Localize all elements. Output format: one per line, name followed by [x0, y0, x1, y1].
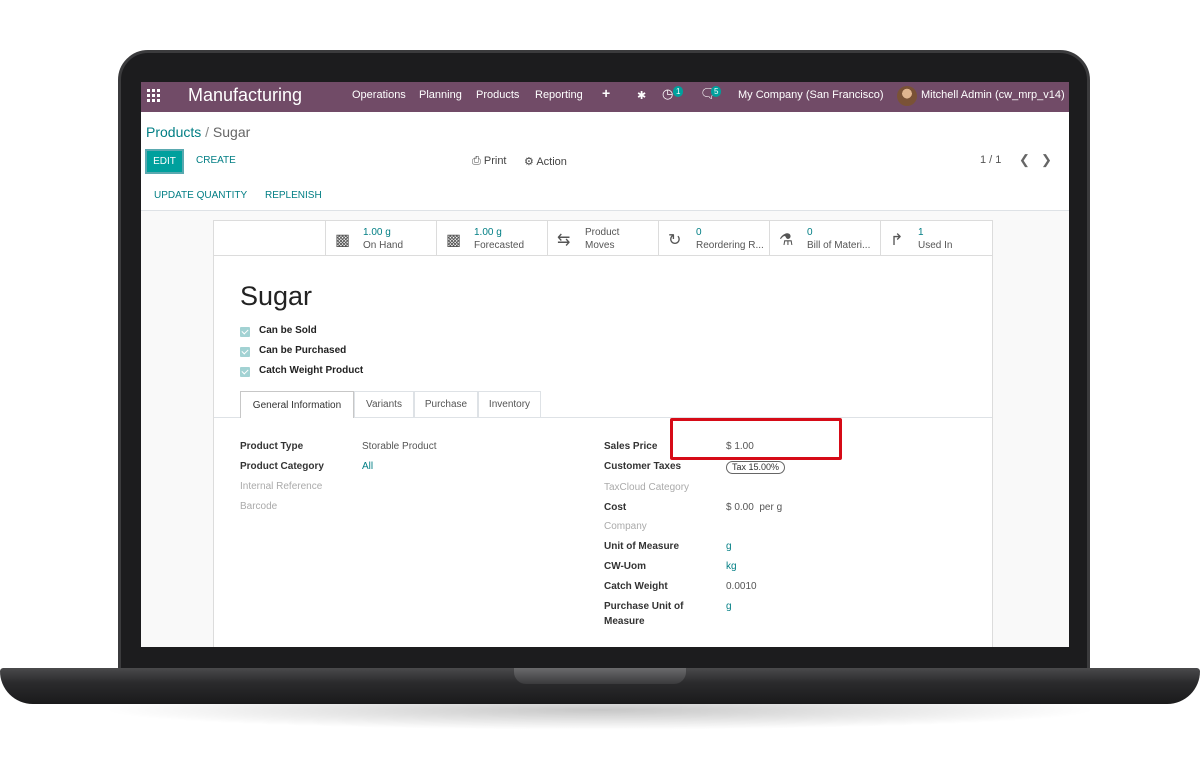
create-button[interactable]: CREATE — [196, 155, 236, 166]
status-bar: UPDATE QUANTITY REPLENISH — [141, 182, 1069, 211]
smart-button-label: Reordering R... — [696, 240, 764, 251]
smart-button-reordering[interactable]: ↻ 0 Reordering R... — [658, 221, 769, 256]
product-category-label: Product Category — [240, 461, 324, 472]
app-name[interactable]: Manufacturing — [188, 85, 302, 106]
purchase-uom-label-line2: Measure — [604, 616, 645, 627]
breadcrumb: Products / Sugar — [146, 124, 250, 140]
purchase-uom-field[interactable]: g — [726, 601, 732, 612]
notebook-tabs: General Information Variants Purchase In… — [214, 391, 992, 418]
product-type-field[interactable]: Storable Product — [362, 441, 437, 452]
menu-planning[interactable]: Planning — [419, 89, 462, 101]
exchange-icon: ⇆ — [557, 232, 571, 249]
apps-menu-icon[interactable] — [147, 89, 161, 103]
smart-button-bom[interactable]: ⚗ 0 Bill of Materi... — [769, 221, 880, 256]
smart-button-label: Bill of Materi... — [807, 240, 871, 251]
menu-reporting[interactable]: Reporting — [535, 89, 583, 101]
catch-weight-field[interactable]: 0.0010 — [726, 581, 757, 592]
unit-of-measure-label: Unit of Measure — [604, 541, 680, 552]
internal-reference-label: Internal Reference — [240, 481, 323, 492]
barcode-label: Barcode — [240, 501, 278, 512]
cubes-icon: ▩ — [335, 232, 351, 249]
update-quantity-button[interactable]: UPDATE QUANTITY — [154, 190, 247, 201]
smart-button-forecasted[interactable]: ▩ 1.00 g Forecasted — [436, 221, 547, 256]
level-up-icon: ↱ — [890, 232, 904, 249]
top-navbar: Manufacturing Operations Planning Produc… — [141, 82, 1069, 112]
catch-weight-product-label: Catch Weight Product — [259, 365, 364, 376]
message-badge: 5 — [711, 86, 722, 97]
unit-of-measure-field[interactable]: g — [726, 541, 732, 552]
cw-uom-field[interactable]: kg — [726, 561, 737, 572]
activity-badge: 1 — [673, 86, 684, 97]
print-menu[interactable]: ⎙ Print — [472, 155, 507, 168]
gear-icon: ⚙ — [524, 156, 534, 168]
tax-tag[interactable]: Tax 15.00% — [726, 461, 786, 474]
smart-button-label: Used In — [918, 240, 953, 251]
bug-icon[interactable]: ✱ — [637, 89, 646, 102]
tab-purchase[interactable]: Purchase — [414, 391, 478, 417]
smart-button-used-in[interactable]: ↱ 1 Used In — [880, 221, 992, 256]
tab-general-information[interactable]: General Information — [240, 391, 354, 418]
company-label: Company — [604, 521, 647, 532]
can-be-purchased-checkbox[interactable] — [240, 347, 250, 357]
pager-value[interactable]: 1 / 1 — [980, 154, 1001, 166]
smart-button-value: 1.00 g — [363, 227, 391, 238]
cubes-icon: ▩ — [446, 232, 462, 249]
breadcrumb-separator: / — [205, 124, 210, 140]
clock-icon[interactable]: ◷ — [662, 86, 673, 102]
edit-button[interactable]: EDIT — [145, 149, 184, 174]
sales-price-label: Sales Price — [604, 441, 658, 452]
smart-button-label: Moves — [585, 240, 615, 251]
flask-icon: ⚗ — [779, 232, 794, 249]
menu-products[interactable]: Products — [476, 89, 519, 101]
company-switcher[interactable]: My Company (San Francisco) — [738, 89, 884, 101]
refresh-icon: ↻ — [668, 232, 682, 249]
tab-variants[interactable]: Variants — [354, 391, 414, 417]
print-label: Print — [483, 155, 507, 167]
breadcrumb-current: Sugar — [212, 124, 251, 140]
smart-button-value: Product — [585, 227, 620, 238]
smart-button-on-hand[interactable]: ▩ 1.00 g On Hand — [325, 221, 436, 256]
replenish-button[interactable]: REPLENISH — [265, 190, 322, 201]
smart-button-value: 0 — [696, 227, 702, 238]
laptop-notch — [514, 668, 686, 684]
product-name: Sugar — [240, 281, 313, 311]
can-be-purchased-label: Can be Purchased — [259, 345, 347, 356]
form-sheet: ▩ 1.00 g On Hand ▩ 1.00 g Forecasted ⇆ P… — [213, 220, 993, 647]
smart-button-label: Forecasted — [474, 240, 525, 251]
highlight-box — [670, 418, 842, 460]
can-be-sold-checkbox[interactable] — [240, 327, 250, 337]
breadcrumb-products[interactable]: Products — [146, 124, 201, 140]
control-panel: Products / Sugar EDIT CREATE ⎙ Print ⚙ A… — [141, 112, 1069, 183]
action-label: Action — [536, 156, 567, 168]
smart-button-value: 1 — [918, 227, 924, 238]
catch-weight-label: Catch Weight — [604, 581, 668, 592]
avatar[interactable] — [897, 86, 917, 106]
smart-button-product-moves[interactable]: ⇆ Product Moves — [547, 221, 658, 256]
user-menu[interactable]: Mitchell Admin (cw_mrp_v14) — [921, 89, 1065, 101]
taxcloud-category-label: TaxCloud Category — [604, 482, 690, 493]
customer-taxes-label: Customer Taxes — [604, 461, 682, 472]
cost-field[interactable]: $ 0.00 per g — [726, 502, 782, 513]
catch-weight-product-checkbox[interactable] — [240, 367, 250, 377]
tab-inventory[interactable]: Inventory — [478, 391, 541, 417]
smart-button-value: 0 — [807, 227, 813, 238]
smart-button-box: ▩ 1.00 g On Hand ▩ 1.00 g Forecasted ⇆ P… — [213, 220, 993, 256]
cost-label: Cost — [604, 502, 627, 513]
product-type-label: Product Type — [240, 441, 304, 452]
can-be-sold-label: Can be Sold — [259, 325, 317, 336]
screen: Manufacturing Operations Planning Produc… — [141, 82, 1069, 647]
menu-operations[interactable]: Operations — [352, 89, 406, 101]
plus-icon[interactable]: + — [602, 85, 610, 101]
purchase-uom-label: Purchase Unit of — [604, 601, 684, 612]
chevron-left-icon[interactable]: ❮ — [1019, 152, 1030, 168]
action-menu[interactable]: ⚙ Action — [524, 155, 567, 168]
print-icon: ⎙ — [472, 155, 481, 167]
cw-uom-label: CW-Uom — [604, 561, 647, 572]
smart-button-value: 1.00 g — [474, 227, 502, 238]
smart-button-label: On Hand — [363, 240, 404, 251]
product-category-field[interactable]: All — [362, 461, 373, 472]
chevron-right-icon[interactable]: ❯ — [1041, 152, 1052, 168]
